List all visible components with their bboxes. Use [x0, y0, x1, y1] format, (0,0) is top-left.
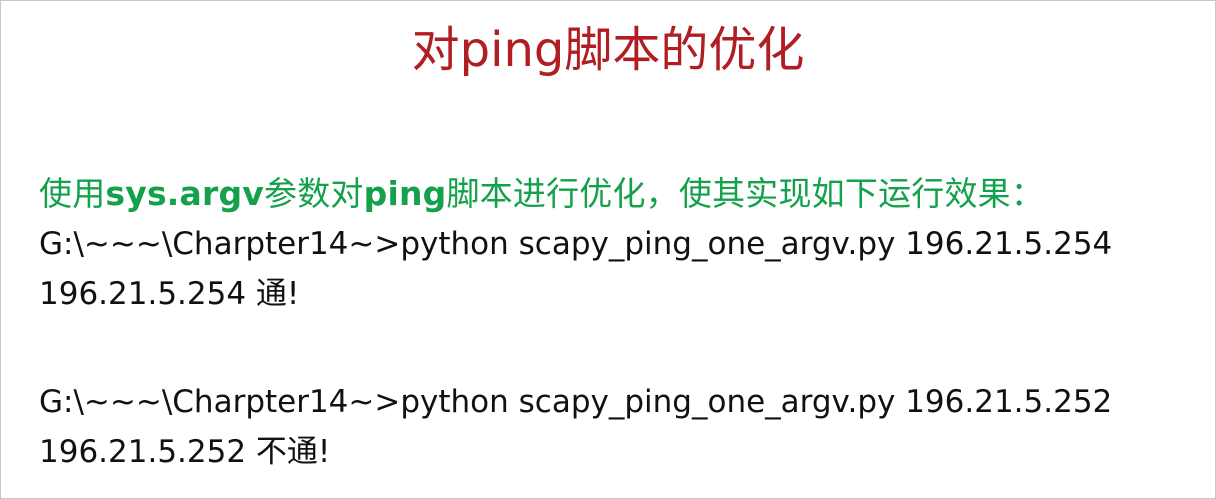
- command-line-2: G:\~~~\Charpter14~>python scapy_ping_one…: [39, 384, 1113, 420]
- intro-keyword-sys-argv: sys.argv: [105, 174, 265, 213]
- command-line-1: G:\~~~\Charpter14~>python scapy_ping_one…: [39, 226, 1113, 262]
- slide-title: 对ping脚本的优化: [411, 22, 805, 78]
- intro-text-3: 脚本进行优化，使其实现如下运行效果：: [446, 174, 1045, 213]
- slide-body: 使用sys.argv参数对ping脚本进行优化，使其实现如下运行效果： G:\~…: [39, 169, 1209, 477]
- intro-text-1: 使用: [39, 174, 106, 213]
- intro-keyword-ping: ping: [363, 174, 447, 213]
- intro-line: 使用sys.argv参数对ping脚本进行优化，使其实现如下运行效果：: [39, 169, 1209, 219]
- slide: 对ping脚本的优化 使用sys.argv参数对ping脚本进行优化，使其实现如…: [0, 0, 1216, 499]
- result-line-1: 196.21.5.254 通!: [39, 276, 300, 312]
- intro-text-2: 参数对: [264, 174, 364, 213]
- result-line-2: 196.21.5.252 不通!: [39, 434, 331, 470]
